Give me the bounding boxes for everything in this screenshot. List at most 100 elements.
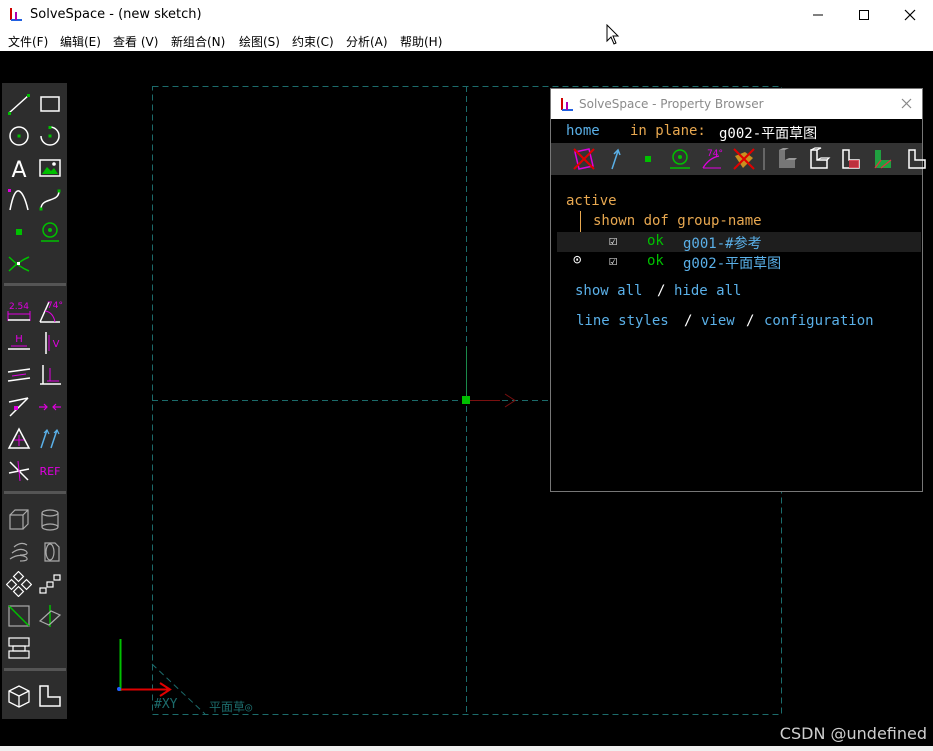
- text-tool[interactable]: A: [6, 155, 32, 181]
- image-tool[interactable]: [37, 155, 63, 181]
- workplane-hidden-icon: [573, 148, 595, 170]
- perpendicular-constraint-tool[interactable]: [37, 362, 63, 388]
- point-on-line-icon: [8, 397, 29, 417]
- step-translating-icon: [39, 574, 61, 594]
- menu-file[interactable]: 文件(F): [8, 33, 48, 50]
- vertical-icon: V: [45, 332, 60, 354]
- rectangle-tool[interactable]: [37, 91, 63, 117]
- menu-analyze[interactable]: 分析(A): [346, 33, 388, 50]
- midpoint-constraint-tool[interactable]: [37, 394, 63, 420]
- step-translating-tool[interactable]: [37, 571, 63, 597]
- horizontal-constraint-tool[interactable]: H: [6, 330, 32, 356]
- point-tool[interactable]: [6, 219, 32, 245]
- home-link[interactable]: home: [566, 123, 600, 139]
- revolve-tool[interactable]: [37, 539, 63, 565]
- arc-tool[interactable]: [37, 123, 63, 149]
- parallel-icon: [7, 368, 31, 382]
- helix-tool[interactable]: [6, 539, 32, 565]
- menu-edit[interactable]: 编辑(E): [60, 33, 101, 50]
- in-plane-label: in plane:: [630, 123, 706, 139]
- nearest-ortho-view-tool[interactable]: [37, 683, 63, 709]
- link-separator: /: [657, 283, 666, 299]
- other-constraint-tool[interactable]: [6, 458, 32, 484]
- angle-dimension-tool[interactable]: 74°: [37, 298, 63, 324]
- active-group-radio[interactable]: ⊙: [573, 252, 581, 268]
- close-button[interactable]: [887, 0, 933, 30]
- solvespace-logo-icon: [10, 8, 22, 21]
- toolbar-separator: [4, 668, 66, 671]
- show-mesh-toggle[interactable]: [869, 146, 895, 172]
- show-hidden-lines-toggle[interactable]: [903, 146, 929, 172]
- menu-help[interactable]: 帮助(H): [400, 33, 442, 50]
- tangent-arc-tool[interactable]: [6, 187, 32, 213]
- parallel-constraint-tool[interactable]: [6, 362, 32, 388]
- show-outlines-toggle[interactable]: [837, 146, 863, 172]
- sketch-in-3d-tool[interactable]: [37, 603, 63, 629]
- line-styles-link[interactable]: line styles: [576, 313, 669, 329]
- show-points-toggle[interactable]: [635, 146, 661, 172]
- minimize-icon: [813, 14, 823, 16]
- menu-sketch[interactable]: 绘图(S): [239, 33, 280, 50]
- close-icon[interactable]: [901, 98, 912, 109]
- point-icon: [16, 229, 22, 235]
- menu-new-group[interactable]: 新组合(N): [171, 33, 225, 50]
- distance-dimension-tool[interactable]: 2.54: [6, 298, 32, 324]
- construction-circle-icon: [670, 149, 690, 169]
- toolbar-separator: [4, 491, 66, 494]
- minimize-button[interactable]: [795, 0, 841, 30]
- reference-toggle-tool[interactable]: REF: [37, 458, 63, 484]
- line-tool[interactable]: [6, 91, 32, 117]
- nearest-iso-view-tool[interactable]: [6, 683, 32, 709]
- circle-tool[interactable]: [6, 123, 32, 149]
- step-rotating-tool[interactable]: [6, 571, 32, 597]
- group-name-link[interactable]: g001-#参考: [683, 233, 762, 253]
- normal-arrow-icon: [611, 148, 621, 170]
- show-edges-toggle[interactable]: [805, 146, 831, 172]
- rectangle-icon: [40, 96, 60, 112]
- maximize-icon: [859, 10, 869, 20]
- shaded-solid-icon: [779, 148, 797, 168]
- group-table-header: shown dof group-name: [593, 213, 762, 229]
- vertical-constraint-tool[interactable]: V: [37, 330, 63, 356]
- point-on-line-tool[interactable]: [6, 394, 32, 420]
- group-shown-checkbox[interactable]: ☑: [609, 253, 617, 269]
- show-faces-toggle[interactable]: [731, 146, 757, 172]
- lathe-tool[interactable]: [37, 507, 63, 533]
- workplane-circle-tool[interactable]: [37, 219, 63, 245]
- toolbar-separator: [4, 283, 66, 286]
- configuration-link[interactable]: configuration: [764, 313, 874, 329]
- symmetric-constraint-tool[interactable]: [6, 426, 32, 452]
- extrude-tool[interactable]: [6, 507, 32, 533]
- bezier-tool[interactable]: [37, 187, 63, 213]
- same-orientation-tool[interactable]: [37, 426, 63, 452]
- svg-text:2.54: 2.54: [9, 302, 29, 312]
- workplane-icon: [8, 605, 30, 627]
- window-title: SolveSpace - (new sketch): [30, 7, 202, 22]
- new-workplane-tool[interactable]: [6, 603, 32, 629]
- show-all-link[interactable]: show all: [575, 283, 642, 299]
- link-separator: /: [746, 313, 755, 329]
- svg-text:REF: REF: [40, 465, 61, 478]
- circle-icon: [9, 126, 29, 146]
- angle-icon: 74°: [39, 301, 63, 323]
- view-link[interactable]: view: [701, 313, 735, 329]
- show-construction-toggle[interactable]: [667, 146, 693, 172]
- group-name-link[interactable]: g002-平面草图: [683, 253, 781, 273]
- show-workplanes-toggle[interactable]: [571, 146, 597, 172]
- close-icon: [904, 9, 916, 21]
- arc-icon: [40, 126, 60, 146]
- maximize-button[interactable]: [841, 0, 887, 30]
- show-normals-toggle[interactable]: [603, 146, 629, 172]
- window-bottom-edge: [0, 746, 933, 751]
- menu-constrain[interactable]: 约束(C): [292, 33, 334, 50]
- faces-hidden-icon: [733, 148, 755, 170]
- split-curves-tool[interactable]: [6, 251, 32, 277]
- visibility-toolbar: 74°: [551, 143, 926, 175]
- group-shown-checkbox[interactable]: ☑: [609, 233, 617, 249]
- show-shaded-toggle[interactable]: [773, 146, 799, 172]
- hide-all-link[interactable]: hide all: [674, 283, 741, 299]
- symmetric-icon: [7, 427, 31, 449]
- menu-view[interactable]: 查看 (V): [113, 33, 158, 50]
- show-constraints-toggle[interactable]: 74°: [699, 146, 725, 172]
- link-assembly-tool[interactable]: [6, 635, 32, 661]
